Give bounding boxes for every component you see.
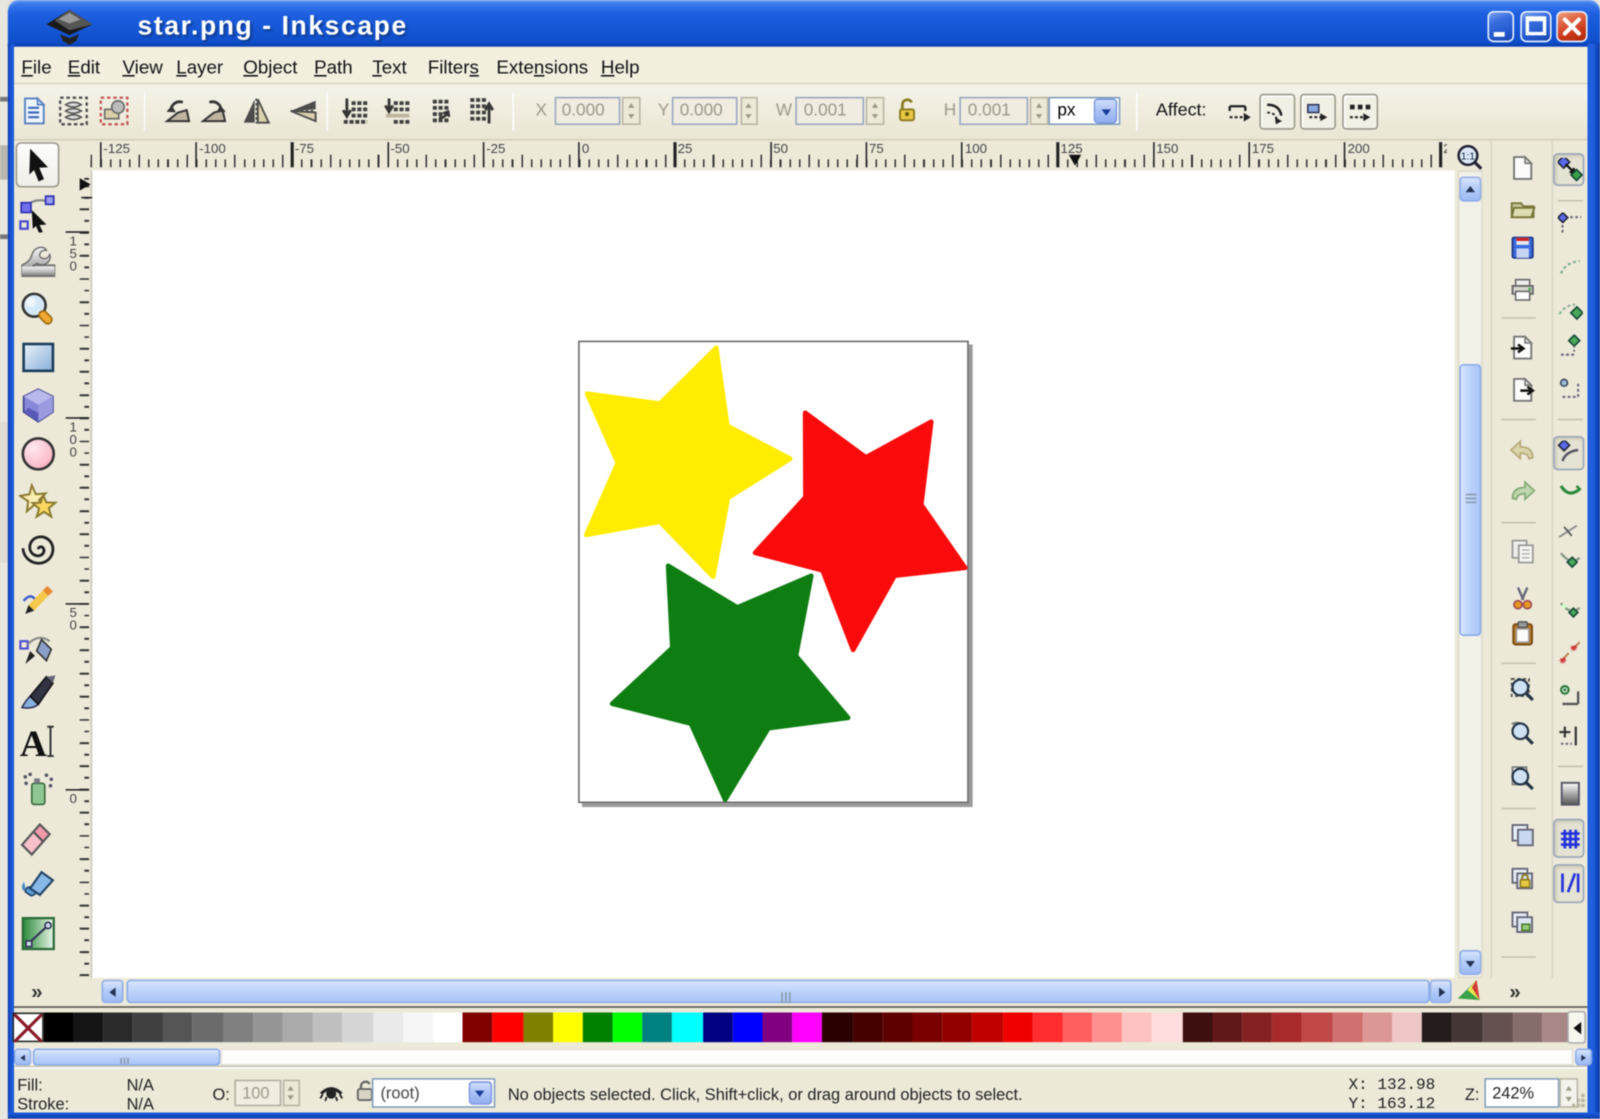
svg-text:1:1: 1:1 [1461,151,1475,162]
svg-text:A: A [20,724,47,761]
